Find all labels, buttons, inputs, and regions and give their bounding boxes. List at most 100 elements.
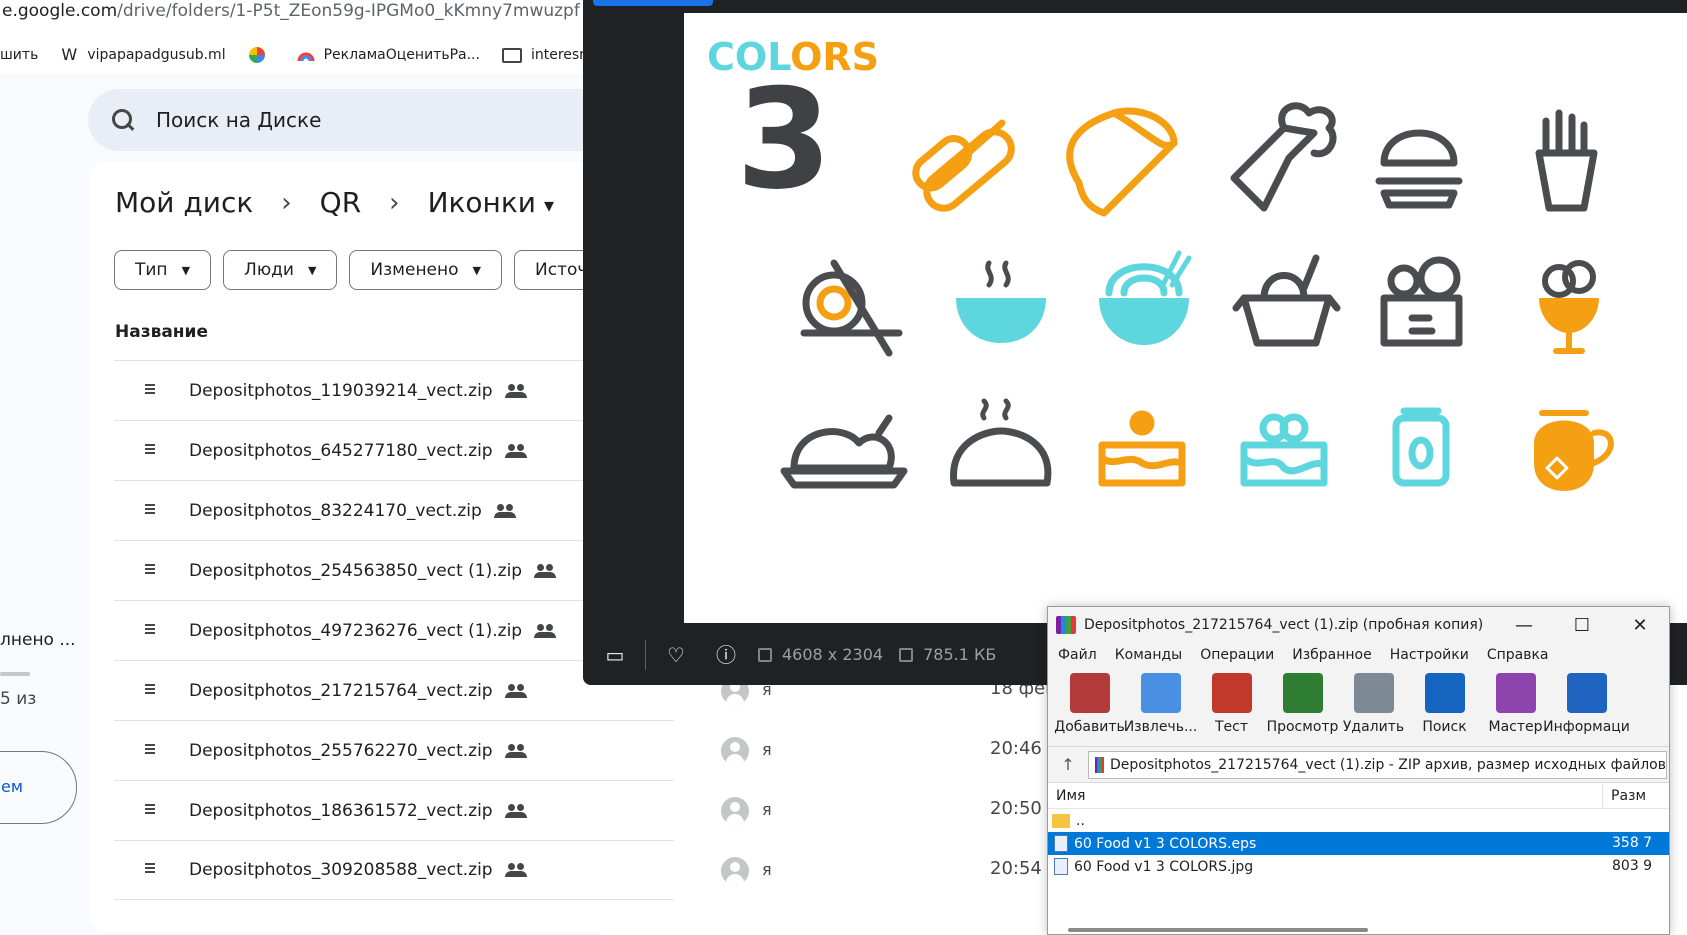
close-icon[interactable]: ✕ — [1611, 615, 1669, 636]
search-input[interactable]: Поиск на Диске — [156, 108, 321, 132]
image-viewer: COLORS 3 ▭ ♡ ⓘ 4608 x 2304 785.1 КБ — [583, 0, 1687, 685]
info-icon[interactable]: ⓘ — [716, 645, 736, 665]
books-icon — [1069, 673, 1110, 713]
bookmark-1[interactable]: шить — [0, 47, 38, 63]
winrar-titlebar[interactable]: Depositphotos_217215764_vect (1).zip (пр… — [1048, 607, 1669, 643]
file-name[interactable]: Depositphotos_645277180_vect.zip — [189, 441, 493, 461]
menu-item[interactable]: Операции — [1200, 647, 1274, 663]
rainbow-icon — [297, 46, 315, 64]
cake-icon — [1098, 410, 1186, 487]
chip-label: Люди — [244, 260, 294, 280]
column-header-name[interactable]: Название — [115, 322, 208, 342]
viewer-top-button[interactable] — [593, 0, 713, 6]
zip-file-icon — [145, 743, 155, 758]
zip-file-icon — [145, 383, 155, 398]
file-name[interactable]: Depositphotos_309208588_vect.zip — [189, 860, 493, 880]
get-more-storage-button[interactable]: ем — [0, 751, 77, 824]
drive-search-bar[interactable]: Поиск на Диске — [88, 89, 648, 151]
chevron-right-icon: › — [281, 187, 292, 218]
storage-label: лнено ... — [0, 630, 76, 650]
bookmark-4[interactable]: РекламаОценитьРа... — [297, 46, 480, 64]
bookmark-3[interactable] — [248, 46, 275, 64]
file-name[interactable]: Depositphotos_83224170_vect.zip — [189, 501, 482, 521]
shared-icon — [504, 683, 527, 698]
file-name[interactable]: Depositphotos_186361572_vect.zip — [189, 801, 493, 821]
image-size: 785.1 КБ — [923, 645, 997, 664]
archive-path-text: Depositphotos_217215764_vect (1).zip - Z… — [1110, 756, 1666, 773]
w-logo-icon: W — [61, 45, 78, 64]
breadcrumb: Мой диск › QR › Иконки — [115, 186, 554, 219]
archive-file-row[interactable]: 60 Food v1 3 COLORS.eps 358 7 — [1048, 832, 1669, 855]
toolbar-button[interactable]: Тест — [1196, 667, 1267, 746]
horizontal-scrollbar[interactable] — [1068, 928, 1368, 932]
file-name[interactable]: Depositphotos_497236276_vect (1).zip — [189, 621, 522, 641]
toolbar-button[interactable]: Удалить — [1338, 667, 1409, 746]
ice-cream-cup-icon — [1539, 260, 1599, 354]
column-name[interactable]: Имя — [1048, 782, 1603, 809]
zip-file-icon — [145, 683, 155, 698]
file-row[interactable]: Depositphotos_186361572_vect.zip я 20:50 я — [114, 780, 1058, 840]
file-name[interactable]: Depositphotos_254563850_vect (1).zip — [189, 561, 522, 581]
dropdown-arrow-icon: ▼ — [472, 263, 482, 277]
filter-modified[interactable]: Изменено ▼ — [349, 250, 503, 290]
file-owner: я — [762, 860, 772, 879]
breadcrumb-my-drive[interactable]: Мой диск — [115, 186, 253, 219]
filmstrip-icon[interactable]: ▭ — [605, 645, 625, 665]
menu-item[interactable]: Справка — [1487, 647, 1549, 663]
toolbar-button[interactable]: Просмотр — [1267, 667, 1338, 746]
toolbar-button[interactable]: Мастер — [1480, 667, 1551, 746]
file-name[interactable]: Depositphotos_217215764_vect.zip — [189, 681, 493, 701]
bookmark-label: vipapapadgusub.ml — [87, 47, 226, 63]
menu-item[interactable]: Настройки — [1390, 647, 1469, 663]
file-name[interactable]: Depositphotos_119039214_vect.zip — [189, 381, 493, 401]
minimize-icon[interactable]: — — [1495, 615, 1553, 636]
archive-file-size: 803 9 — [1612, 858, 1653, 874]
bookmark-2[interactable]: Wvipapapadgusub.ml — [60, 46, 225, 64]
archive-file-row[interactable]: 60 Food v1 3 COLORS.jpg 803 9 — [1048, 855, 1669, 878]
file-list-header: Имя Разм — [1048, 782, 1669, 809]
soup-bowl-icon — [956, 260, 1046, 343]
toolbar-button[interactable]: Информаци — [1543, 667, 1630, 746]
up-arrow-icon[interactable]: ↑ — [1048, 755, 1088, 774]
toolbar-label: Добавить — [1054, 719, 1125, 735]
storage-bar — [0, 672, 30, 676]
filter-people[interactable]: Люди ▼ — [223, 250, 338, 290]
breadcrumb-qr[interactable]: QR — [320, 186, 362, 219]
menu-item[interactable]: Файл — [1058, 647, 1097, 663]
bread-icon — [950, 398, 1052, 487]
file-name[interactable]: Depositphotos_255762270_vect.zip — [189, 741, 493, 761]
toolbar-label: Извлечь... — [1123, 719, 1198, 735]
archive-file-name: 60 Food v1 3 COLORS.jpg — [1074, 858, 1254, 875]
trash-icon — [1353, 673, 1394, 713]
maximize-icon[interactable]: ☐ — [1553, 615, 1611, 636]
file-row[interactable]: Depositphotos_309208588_vect.zip я 20:54 я — [114, 840, 1058, 900]
chevron-right-icon: › — [389, 187, 400, 218]
search-icon[interactable] — [110, 107, 136, 133]
file-icon — [1054, 858, 1068, 875]
filter-chips: Тип ▼ Люди ▼ Изменено ▼ Источн — [114, 250, 632, 290]
column-size[interactable]: Разм — [1603, 788, 1646, 804]
shared-icon — [504, 443, 527, 458]
shared-icon — [493, 503, 516, 518]
magnifier-icon — [1424, 673, 1465, 713]
toolbar-button[interactable]: Извлечь... — [1123, 667, 1198, 746]
winrar-address-row: ↑ Depositphotos_217215764_vect (1).zip -… — [1048, 747, 1669, 783]
filter-type[interactable]: Тип ▼ — [114, 250, 212, 290]
bookmarks-bar: шить Wvipapapadgusub.ml РекламаОценитьРа… — [0, 36, 619, 74]
menu-item[interactable]: Команды — [1115, 647, 1183, 663]
winrar-toolbar: Добавить Извлечь... Тест Просмотр Удалить Пои… — [1048, 667, 1669, 747]
menu-item[interactable]: Избранное — [1292, 647, 1372, 663]
address-bar[interactable]: e.google.com/drive/folders/1-P5t_ZEon59g… — [0, 0, 600, 30]
avatar — [721, 797, 749, 825]
wand-icon — [1495, 673, 1536, 713]
file-row[interactable]: Depositphotos_255762270_vect.zip я 20:46 я — [114, 720, 1058, 780]
fruit-basket-icon — [1380, 256, 1463, 347]
breadcrumb-current-folder[interactable]: Иконки — [428, 186, 554, 219]
archive-path-field[interactable]: Depositphotos_217215764_vect (1).zip - Z… — [1088, 750, 1667, 779]
shared-icon — [504, 743, 527, 758]
heart-icon[interactable]: ♡ — [666, 645, 686, 665]
toolbar-button[interactable]: Поиск — [1409, 667, 1480, 746]
zip-file-icon — [145, 863, 155, 877]
parent-folder-row[interactable]: .. — [1048, 809, 1669, 832]
toolbar-button[interactable]: Добавить — [1054, 667, 1125, 746]
